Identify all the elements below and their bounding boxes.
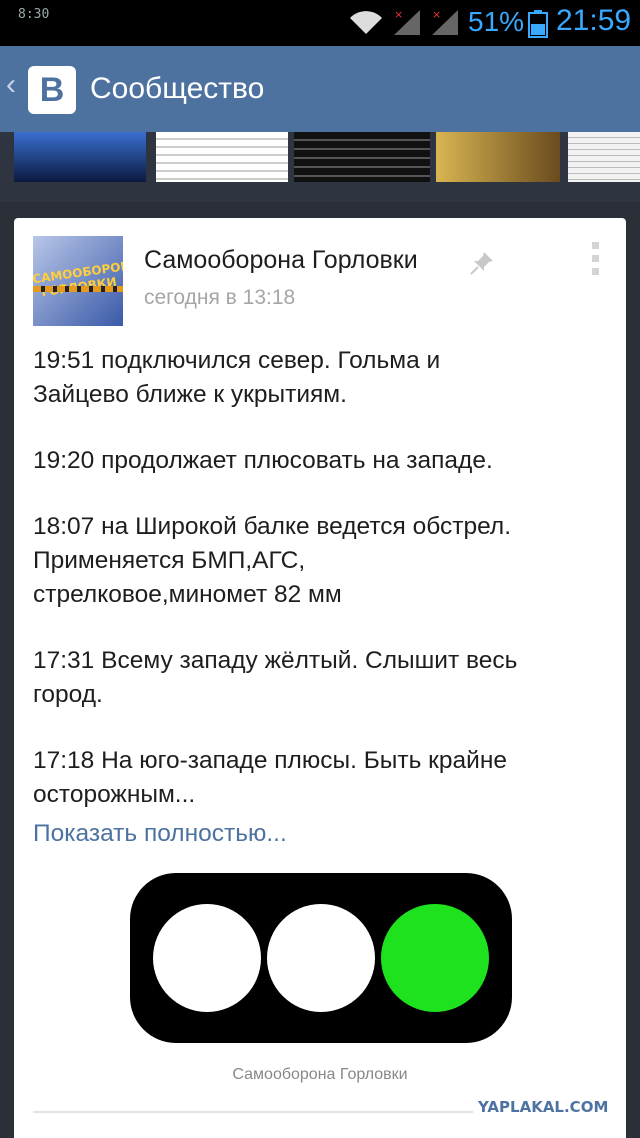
post-paragraph: 17:18 На юго-западе плюсы. Быть крайне о… [33,747,507,808]
photo-thumbnail[interactable] [436,132,560,182]
svg-text:×: × [432,8,441,21]
traffic-light-lamp [381,904,489,1012]
post-paragraph: 17:31 Всему западу жёлтый. Слышит весь г… [33,647,518,708]
post-author[interactable]: Самооборона Горловки [144,246,418,275]
wifi-icon [350,11,382,34]
traffic-light [130,873,512,1043]
pin-icon [470,252,493,275]
divider [33,1111,473,1113]
status-bar: 8:30 × × 51% 21:59 [0,0,640,46]
photo-thumbnail[interactable] [568,132,640,182]
post-text: 19:51 подключился север. Гольма и Зайцев… [33,344,613,812]
watermark: YAPLAKAL.COM [478,1098,609,1116]
photo-strip [0,132,640,202]
status-time: 21:59 [556,4,632,37]
signal-icon: × [394,8,420,35]
post-card: САМООБОРОНА ГОРЛОВКИ Самооборона Горловк… [14,218,626,1138]
status-left-time: 8:30 [18,7,50,22]
signal-icon: × [432,8,458,35]
image-caption: Самооборона Горловки [232,1066,408,1083]
page-title: Сообщество [90,72,265,105]
post-paragraph: 18:07 на Широкой балке ведется обстрел. … [33,513,512,608]
traffic-light-lamp [153,904,261,1012]
photo-thumbnail[interactable] [156,132,288,182]
battery-percent: 51% [468,6,525,37]
vk-logo[interactable]: B [28,66,76,114]
post-image[interactable] [130,873,512,1048]
app-bar: ‹ B Сообщество [0,46,640,132]
traffic-light-lamp [267,904,375,1012]
post-date: сегодня в 13:18 [144,286,296,309]
show-more-link[interactable]: Показать полностью... [33,820,287,848]
avatar-text: САМООБОРОНА ГОРЛОВКИ [33,257,123,299]
photo-thumbnail[interactable] [14,132,146,182]
avatar-ribbon [33,286,123,292]
community-avatar[interactable]: САМООБОРОНА ГОРЛОВКИ [33,236,123,326]
post-paragraph: 19:51 подключился север. Гольма и Зайцев… [33,347,441,408]
back-button[interactable]: ‹ [6,68,16,102]
more-options-icon[interactable] [592,242,600,276]
photo-thumbnail[interactable] [294,132,430,182]
battery-icon [528,10,548,38]
svg-text:×: × [394,8,403,21]
post-paragraph: 19:20 продолжает плюсовать на западе. [33,447,493,474]
